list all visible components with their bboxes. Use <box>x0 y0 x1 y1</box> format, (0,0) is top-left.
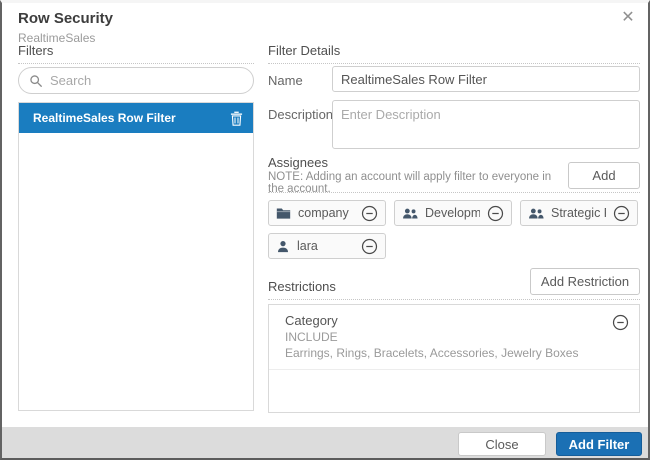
remove-assignee-icon[interactable] <box>487 205 504 222</box>
filter-details-heading: Filter Details <box>268 43 640 64</box>
add-filter-button[interactable]: Add Filter <box>556 432 642 456</box>
chip-label: company <box>298 206 354 220</box>
restrictions-panel: Category INCLUDE Earrings, Rings, Bracel… <box>268 304 640 413</box>
restriction-values: Earrings, Rings, Bracelets, Accessories,… <box>285 346 625 360</box>
chip-label: Development <box>425 206 480 220</box>
row-security-dialog: Row Security ✕ RealtimeSales Filters Rea… <box>0 0 650 460</box>
filter-item-label: RealtimeSales Row Filter <box>33 111 230 125</box>
name-input[interactable] <box>332 66 640 92</box>
restriction-field: Category <box>285 313 625 328</box>
users-icon <box>402 207 418 220</box>
search-box[interactable] <box>18 67 254 94</box>
dialog-title: Row Security <box>18 10 113 27</box>
users-icon <box>528 207 544 220</box>
filter-list: RealtimeSales Row Filter <box>18 102 254 411</box>
remove-assignee-icon[interactable] <box>613 205 630 222</box>
chip-label: Strategic Pla... <box>551 206 606 220</box>
user-icon <box>276 240 290 253</box>
dialog-footer: Close Add Filter <box>2 427 648 460</box>
search-icon <box>29 74 43 88</box>
name-label: Name <box>268 73 303 88</box>
chip-label: lara <box>297 239 354 253</box>
filter-list-item-selected[interactable]: RealtimeSales Row Filter <box>19 103 253 133</box>
remove-restriction-icon[interactable] <box>612 314 629 331</box>
close-icon[interactable]: ✕ <box>618 8 638 28</box>
restriction-mode: INCLUDE <box>285 330 625 344</box>
folder-icon <box>276 207 291 220</box>
assignee-chip-lara: lara <box>268 233 386 259</box>
filters-heading: Filters <box>18 43 254 64</box>
close-button[interactable]: Close <box>458 432 546 456</box>
assignee-chip-strategic-planning: Strategic Pla... <box>520 200 638 226</box>
description-textarea[interactable] <box>332 100 640 149</box>
assignee-chip-development: Development <box>394 200 512 226</box>
remove-assignee-icon[interactable] <box>361 205 378 222</box>
trash-icon[interactable] <box>230 111 243 126</box>
assignee-chips: company Development <box>268 200 640 259</box>
add-restriction-button[interactable]: Add Restriction <box>530 268 640 295</box>
description-label: Description <box>268 107 333 122</box>
assignees-heading: Assignees <box>268 155 328 170</box>
search-input[interactable] <box>50 73 243 88</box>
restrictions-divider <box>268 299 640 300</box>
restriction-row: Category INCLUDE Earrings, Rings, Bracel… <box>269 305 639 370</box>
assignees-divider <box>268 192 640 193</box>
add-assignee-button[interactable]: Add <box>568 162 640 189</box>
assignee-chip-company: company <box>268 200 386 226</box>
restrictions-heading: Restrictions <box>268 279 336 294</box>
remove-assignee-icon[interactable] <box>361 238 378 255</box>
